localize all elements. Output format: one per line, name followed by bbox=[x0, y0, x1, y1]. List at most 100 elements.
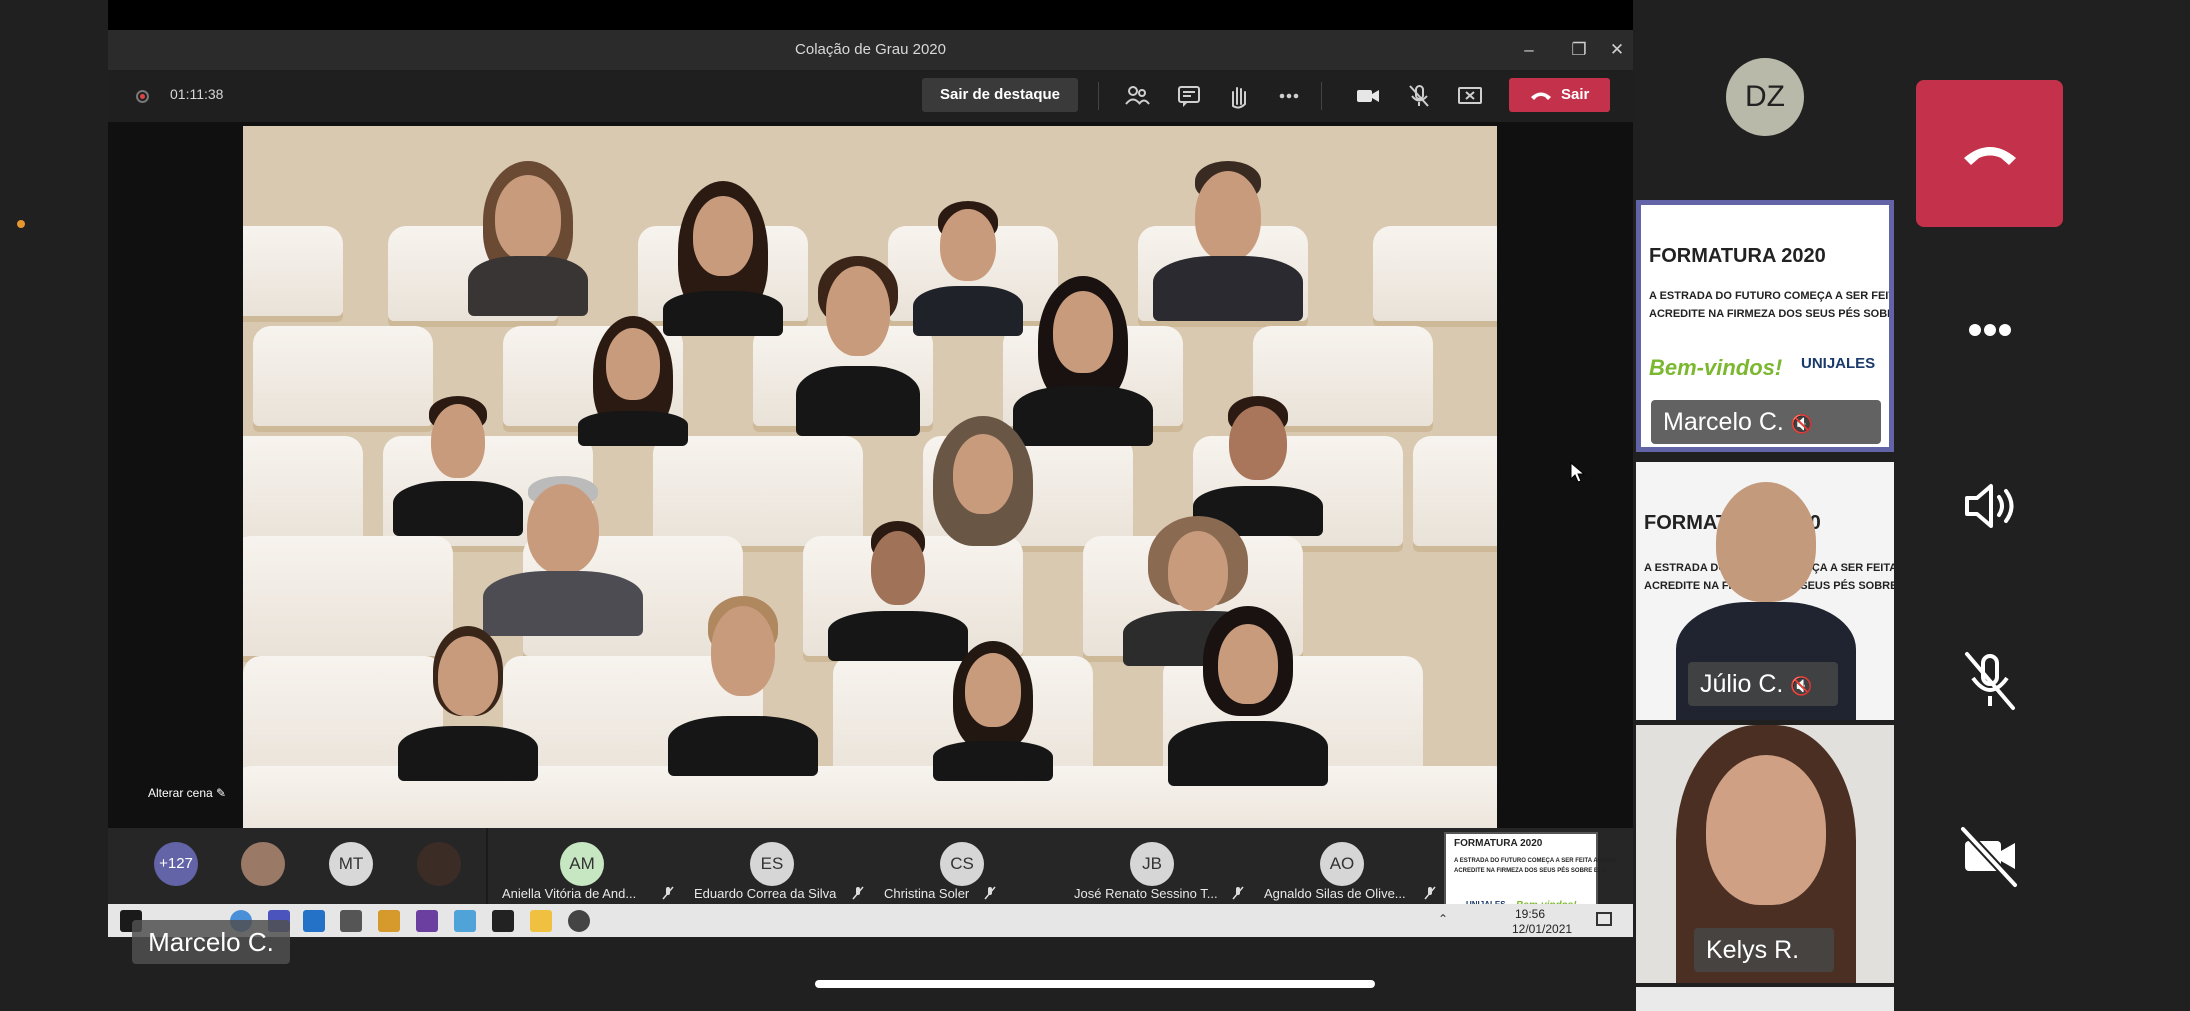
app-icon[interactable] bbox=[340, 910, 362, 932]
participant-name: Eduardo Correa da Silva bbox=[694, 886, 837, 901]
participant-video bbox=[923, 641, 1063, 781]
leave-button-label: Sair bbox=[1561, 86, 1590, 103]
notification-dot bbox=[17, 220, 25, 228]
tile-name-label: Marcelo C. 🔇 bbox=[1651, 400, 1881, 444]
participant-tiles: AM Aniella Vitória de And... ES Eduardo … bbox=[490, 828, 1444, 904]
video-tile[interactable] bbox=[1636, 987, 1894, 1011]
leave-button[interactable]: Sair bbox=[1509, 78, 1610, 112]
hang-up-button[interactable] bbox=[1916, 80, 2063, 227]
home-indicator[interactable] bbox=[815, 980, 1375, 988]
participant-video bbox=[1163, 606, 1333, 786]
file-explorer-icon[interactable] bbox=[530, 910, 552, 932]
banner-title: FORMATURA 2020 bbox=[1649, 245, 1826, 267]
participant-tile[interactable]: JB José Renato Sessino T... bbox=[1060, 828, 1250, 904]
participant-name: Aniella Vitória de And... bbox=[502, 886, 637, 901]
windows-taskbar: ⌃ 19:56 12/01/2021 bbox=[108, 904, 1633, 937]
video-tile-presenter[interactable]: FORMATURA 2020 A ESTRADA DO FUTURO COMEÇ… bbox=[1636, 200, 1894, 452]
participant-face bbox=[1716, 482, 1816, 602]
mic-muted-icon: 🔇 bbox=[1790, 414, 1814, 434]
teams-meeting-window: Colação de Grau 2020 – ❐ ✕ 01:11:38 Sair… bbox=[108, 30, 1633, 937]
app-icon[interactable] bbox=[454, 910, 476, 932]
participant-face bbox=[1706, 755, 1826, 905]
speaker-icon[interactable] bbox=[1955, 471, 2025, 541]
auditorium-seat bbox=[1373, 226, 1497, 321]
meeting-toolbar: 01:11:38 Sair de destaque Sair bbox=[108, 70, 1633, 122]
restore-icon[interactable]: ❐ bbox=[1567, 38, 1591, 62]
more-options-icon[interactable] bbox=[1955, 295, 2025, 365]
participant-video bbox=[483, 476, 643, 636]
visual-studio-icon[interactable] bbox=[416, 910, 438, 932]
recording-icon bbox=[136, 90, 149, 103]
preview-banner-line2: ACREDITE NA FIRMEZA DOS SEUS PÉS SOBRE E… bbox=[1454, 868, 1606, 874]
participant-tile[interactable]: AM Aniella Vitória de And... bbox=[490, 828, 680, 904]
chat-icon[interactable] bbox=[1174, 82, 1204, 110]
minimize-icon[interactable]: – bbox=[1517, 38, 1541, 62]
participant-tile[interactable]: AO Agnaldo Silas de Olive... bbox=[1250, 828, 1440, 904]
video-tile[interactable]: Kelys R. 🔇 bbox=[1636, 725, 1894, 983]
participant-tile[interactable]: ES Eduardo Correa da Silva bbox=[680, 828, 870, 904]
participant-video bbox=[1153, 161, 1303, 321]
participant-avatar-initials[interactable]: MT bbox=[329, 842, 373, 886]
self-avatar[interactable]: DZ bbox=[1726, 58, 1804, 136]
clock-date[interactable]: 12/01/2021 bbox=[1512, 922, 1572, 936]
auditorium-seat bbox=[243, 226, 343, 316]
mic-muted-icon bbox=[1232, 886, 1244, 900]
banner-line2: ACREDITE NA FIRMEZA DOS SEUS PÉS SOBRE E… bbox=[1649, 308, 1889, 320]
participant-video bbox=[393, 626, 543, 781]
media-player-icon[interactable] bbox=[568, 910, 590, 932]
participant-initials: ES bbox=[750, 842, 794, 886]
title-bar: Colação de Grau 2020 – ❐ ✕ bbox=[108, 30, 1633, 70]
tile-name-label: Kelys R. 🔇 bbox=[1694, 928, 1834, 972]
meeting-timer: 01:11:38 bbox=[170, 86, 224, 102]
mic-muted-icon[interactable] bbox=[1955, 646, 2025, 716]
participant-video bbox=[1183, 396, 1333, 536]
terminal-icon[interactable] bbox=[492, 910, 514, 932]
presenter-name-label: Marcelo C. bbox=[132, 920, 290, 964]
video-tile[interactable]: FORMATURA 2020 A ESTRADA DO FUTURO COMEÇ… bbox=[1636, 462, 1894, 720]
camera-icon[interactable] bbox=[1353, 82, 1383, 110]
banner-brand: UNIJALES bbox=[1801, 355, 1876, 372]
stop-spotlight-button[interactable]: Sair de destaque bbox=[922, 78, 1078, 112]
participant-video bbox=[568, 316, 698, 446]
participant-initials: AM bbox=[560, 842, 604, 886]
clock-time[interactable]: 19:56 bbox=[1515, 907, 1545, 921]
window-title: Colação de Grau 2020 bbox=[795, 41, 946, 58]
camera-off-icon[interactable] bbox=[1955, 821, 2025, 891]
tile-name: Marcelo C. bbox=[1663, 408, 1784, 436]
participant-name: Agnaldo Silas de Olive... bbox=[1264, 886, 1406, 901]
participant-video bbox=[653, 181, 793, 336]
participant-initials: CS bbox=[940, 842, 984, 886]
change-scene-button[interactable]: Alterar cena ✎ bbox=[148, 786, 226, 800]
mic-muted-icon[interactable] bbox=[1404, 82, 1434, 110]
participants-icon[interactable] bbox=[1122, 82, 1152, 110]
participant-avatar-photo[interactable] bbox=[417, 842, 461, 886]
more-participants-badge[interactable]: +127 bbox=[154, 842, 198, 886]
mic-muted-icon bbox=[984, 886, 996, 900]
app-icon[interactable] bbox=[378, 910, 400, 932]
mic-muted-icon: 🔇 bbox=[1790, 676, 1813, 696]
participant-video bbox=[788, 256, 928, 436]
preview-banner-line1: A ESTRADA DO FUTURO COMEÇA A SER FEITA A… bbox=[1454, 858, 1616, 864]
participant-video bbox=[453, 161, 603, 316]
banner-line1: A ESTRADA DO FUTURO COMEÇA A SER FEITA A… bbox=[1649, 290, 1894, 302]
more-options-icon[interactable] bbox=[1274, 82, 1304, 110]
participant-video bbox=[663, 596, 823, 776]
auditorium-seat bbox=[1413, 436, 1497, 546]
tile-name-label: Júlio C. 🔇 bbox=[1688, 662, 1838, 706]
close-icon[interactable]: ✕ bbox=[1605, 38, 1629, 62]
banner-welcome: Bem-vindos! bbox=[1649, 355, 1783, 380]
participant-avatar-photo[interactable] bbox=[241, 842, 285, 886]
change-scene-label: Alterar cena bbox=[148, 786, 213, 800]
notifications-icon[interactable] bbox=[1596, 912, 1612, 926]
raise-hand-icon[interactable] bbox=[1223, 82, 1253, 110]
together-mode-scene bbox=[243, 126, 1497, 828]
mic-muted-icon bbox=[662, 886, 674, 900]
preview-banner-title: FORMATURA 2020 bbox=[1454, 838, 1543, 849]
share-screen-icon[interactable] bbox=[1455, 82, 1485, 110]
participant-tile[interactable]: CS Christina Soler bbox=[870, 828, 1060, 904]
participant-initials: JB bbox=[1130, 842, 1174, 886]
tray-chevron-icon[interactable]: ⌃ bbox=[1438, 912, 1448, 926]
outlook-icon[interactable] bbox=[303, 910, 325, 932]
tile-name: Júlio C. bbox=[1700, 670, 1784, 698]
strip-divider bbox=[486, 828, 488, 904]
